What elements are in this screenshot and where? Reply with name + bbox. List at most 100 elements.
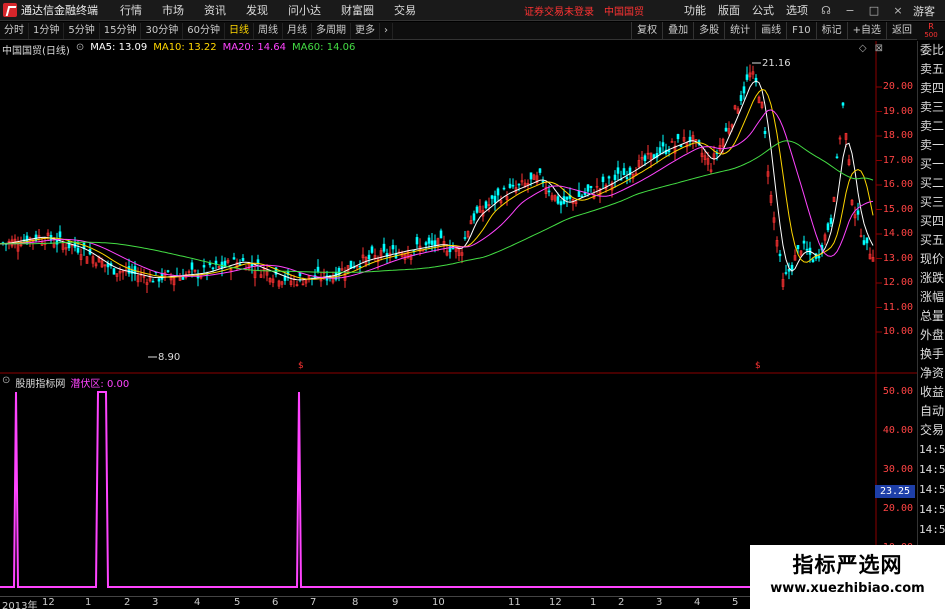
- ma20-line: [0, 109, 874, 279]
- menu-layout[interactable]: 版面: [718, 2, 740, 18]
- period-60min[interactable]: 60分钟: [183, 22, 225, 39]
- dividend-marker[interactable]: $: [755, 361, 761, 371]
- quote-field-label[interactable]: 买四: [918, 212, 945, 231]
- menu-item-discover[interactable]: 发现: [246, 2, 268, 18]
- quote-field-label[interactable]: 总量: [918, 307, 945, 326]
- menu-item-news[interactable]: 资讯: [204, 2, 226, 18]
- quote-field-label[interactable]: 外盘: [918, 326, 945, 345]
- candle-body: [802, 240, 806, 244]
- multi-stock-button[interactable]: 多股: [693, 22, 724, 40]
- candle-body: [745, 74, 749, 80]
- date-tick: 2013年: [2, 601, 38, 609]
- quote-field-label[interactable]: 卖三: [918, 98, 945, 117]
- menu-function[interactable]: 功能: [684, 2, 706, 18]
- candle-body: [58, 231, 62, 238]
- period-timeshare[interactable]: 分时: [0, 22, 29, 39]
- kline-chart[interactable]: 中国国贸(日线) ⊙ MA5: 13.09 MA10: 13.22 MA20: …: [0, 41, 917, 374]
- date-tick: 1: [85, 597, 92, 608]
- candle-body: [559, 201, 563, 206]
- collapse-icon[interactable]: ⊠: [875, 43, 883, 54]
- close-icon[interactable]: ×: [892, 4, 904, 17]
- indicator-value: 潜伏区: 0.00: [70, 379, 130, 390]
- mark-button[interactable]: 标记: [815, 22, 847, 40]
- quote-field-label[interactable]: 收益: [918, 383, 945, 402]
- indicator-name[interactable]: 股朋指标网: [15, 375, 65, 390]
- statistics-button[interactable]: 统计: [724, 22, 755, 40]
- draw-line-button[interactable]: 画线: [755, 22, 786, 40]
- menu-item-ask[interactable]: 问小达: [288, 2, 321, 18]
- period-weekly[interactable]: 周线: [254, 22, 283, 39]
- menu-item-markets[interactable]: 市场: [162, 2, 184, 18]
- candle-body: [517, 183, 521, 186]
- quote-field-label[interactable]: 买三: [918, 193, 945, 212]
- quote-field-label[interactable]: 换手: [918, 345, 945, 364]
- menu-options[interactable]: 选项: [786, 2, 808, 18]
- period-1min[interactable]: 1分钟: [29, 22, 65, 39]
- chevron-right-icon[interactable]: ›: [380, 22, 393, 39]
- period-multi[interactable]: 多周期: [312, 22, 351, 39]
- current-value-badge: 23.25: [875, 485, 915, 498]
- candle-body: [826, 223, 830, 231]
- minimize-icon[interactable]: −: [844, 4, 856, 17]
- overlay-button[interactable]: 叠加: [662, 22, 693, 40]
- candle-body: [784, 272, 788, 274]
- quote-field-label[interactable]: 现价: [918, 250, 945, 269]
- indicator-tick: 20.00: [882, 503, 913, 514]
- menu-item-wealth[interactable]: 财富圈: [341, 2, 374, 18]
- quote-field-label[interactable]: 买二: [918, 174, 945, 193]
- restore-rights-button[interactable]: 复权: [631, 22, 662, 40]
- candle-body: [241, 258, 245, 261]
- quote-field-label[interactable]: 买一: [918, 155, 945, 174]
- settings-dropdown-icon[interactable]: ⊙: [76, 42, 84, 57]
- r-corner-badge[interactable]: R 500: [917, 22, 945, 40]
- period-30min[interactable]: 30分钟: [141, 22, 184, 39]
- candle-body: [796, 244, 800, 250]
- quote-field-label[interactable]: 卖五: [918, 60, 945, 79]
- quote-field-label[interactable]: 净资: [918, 364, 945, 383]
- add-favorite-button[interactable]: +自选: [846, 22, 886, 40]
- quote-field-label[interactable]: 卖二: [918, 117, 945, 136]
- back-button[interactable]: 返回: [886, 22, 917, 40]
- date-tick: 4: [694, 597, 701, 608]
- dividend-marker[interactable]: $: [298, 361, 304, 371]
- quote-field-label[interactable]: 自动: [918, 402, 945, 421]
- candle-body: [424, 242, 428, 246]
- period-15min[interactable]: 15分钟: [100, 22, 142, 39]
- quote-field-label[interactable]: 委比: [918, 41, 945, 60]
- period-daily[interactable]: 日线: [225, 22, 254, 39]
- chart-icons: ◇ ⊠: [859, 43, 883, 54]
- candle-body: [190, 262, 194, 270]
- diamond-icon[interactable]: ◇: [859, 43, 867, 54]
- f10-button[interactable]: F10: [786, 22, 815, 40]
- headset-icon[interactable]: ☊: [820, 4, 832, 17]
- quote-side-panel: 委比 卖五 卖四 卖三 卖二 卖一 买一 买二 买三 买四 买五 现价 涨跌 涨幅 总量 外盘 换手 净资 收益 自动…: [917, 41, 945, 609]
- ma60-value: MA60: 14.06: [291, 42, 356, 53]
- candle-body: [439, 230, 443, 239]
- menu-formula[interactable]: 公式: [752, 2, 774, 18]
- candle-body: [763, 130, 767, 134]
- quote-field-label[interactable]: 交易: [918, 421, 945, 440]
- quote-field-label[interactable]: 涨跌: [918, 269, 945, 288]
- period-5min[interactable]: 5分钟: [64, 22, 100, 39]
- candle-body: [502, 187, 506, 190]
- quote-field-label[interactable]: 卖一: [918, 136, 945, 155]
- trade-login-status[interactable]: 证券交易未登录: [524, 3, 594, 18]
- candle-body: [529, 172, 533, 180]
- quote-field-label[interactable]: 卖四: [918, 79, 945, 98]
- ma5-value: MA5: 13.09: [90, 42, 148, 53]
- period-monthly[interactable]: 月线: [283, 22, 312, 39]
- menu-item-market[interactable]: 行情: [120, 2, 142, 18]
- menu-item-trade[interactable]: 交易: [394, 2, 416, 18]
- price-tick: 11.00: [882, 301, 913, 313]
- candle-body: [724, 127, 728, 132]
- candle-body: [565, 196, 569, 200]
- candle-body: [211, 267, 215, 270]
- period-more[interactable]: 更多: [351, 22, 380, 39]
- candle-body: [382, 243, 386, 252]
- indicator-settings-icon[interactable]: ⊙: [2, 375, 10, 390]
- maximize-icon[interactable]: □: [868, 4, 880, 17]
- quote-field-label[interactable]: 买五: [918, 231, 945, 250]
- guest-user[interactable]: 游客: [913, 3, 935, 19]
- candle-body: [667, 150, 671, 153]
- quote-field-label[interactable]: 涨幅: [918, 288, 945, 307]
